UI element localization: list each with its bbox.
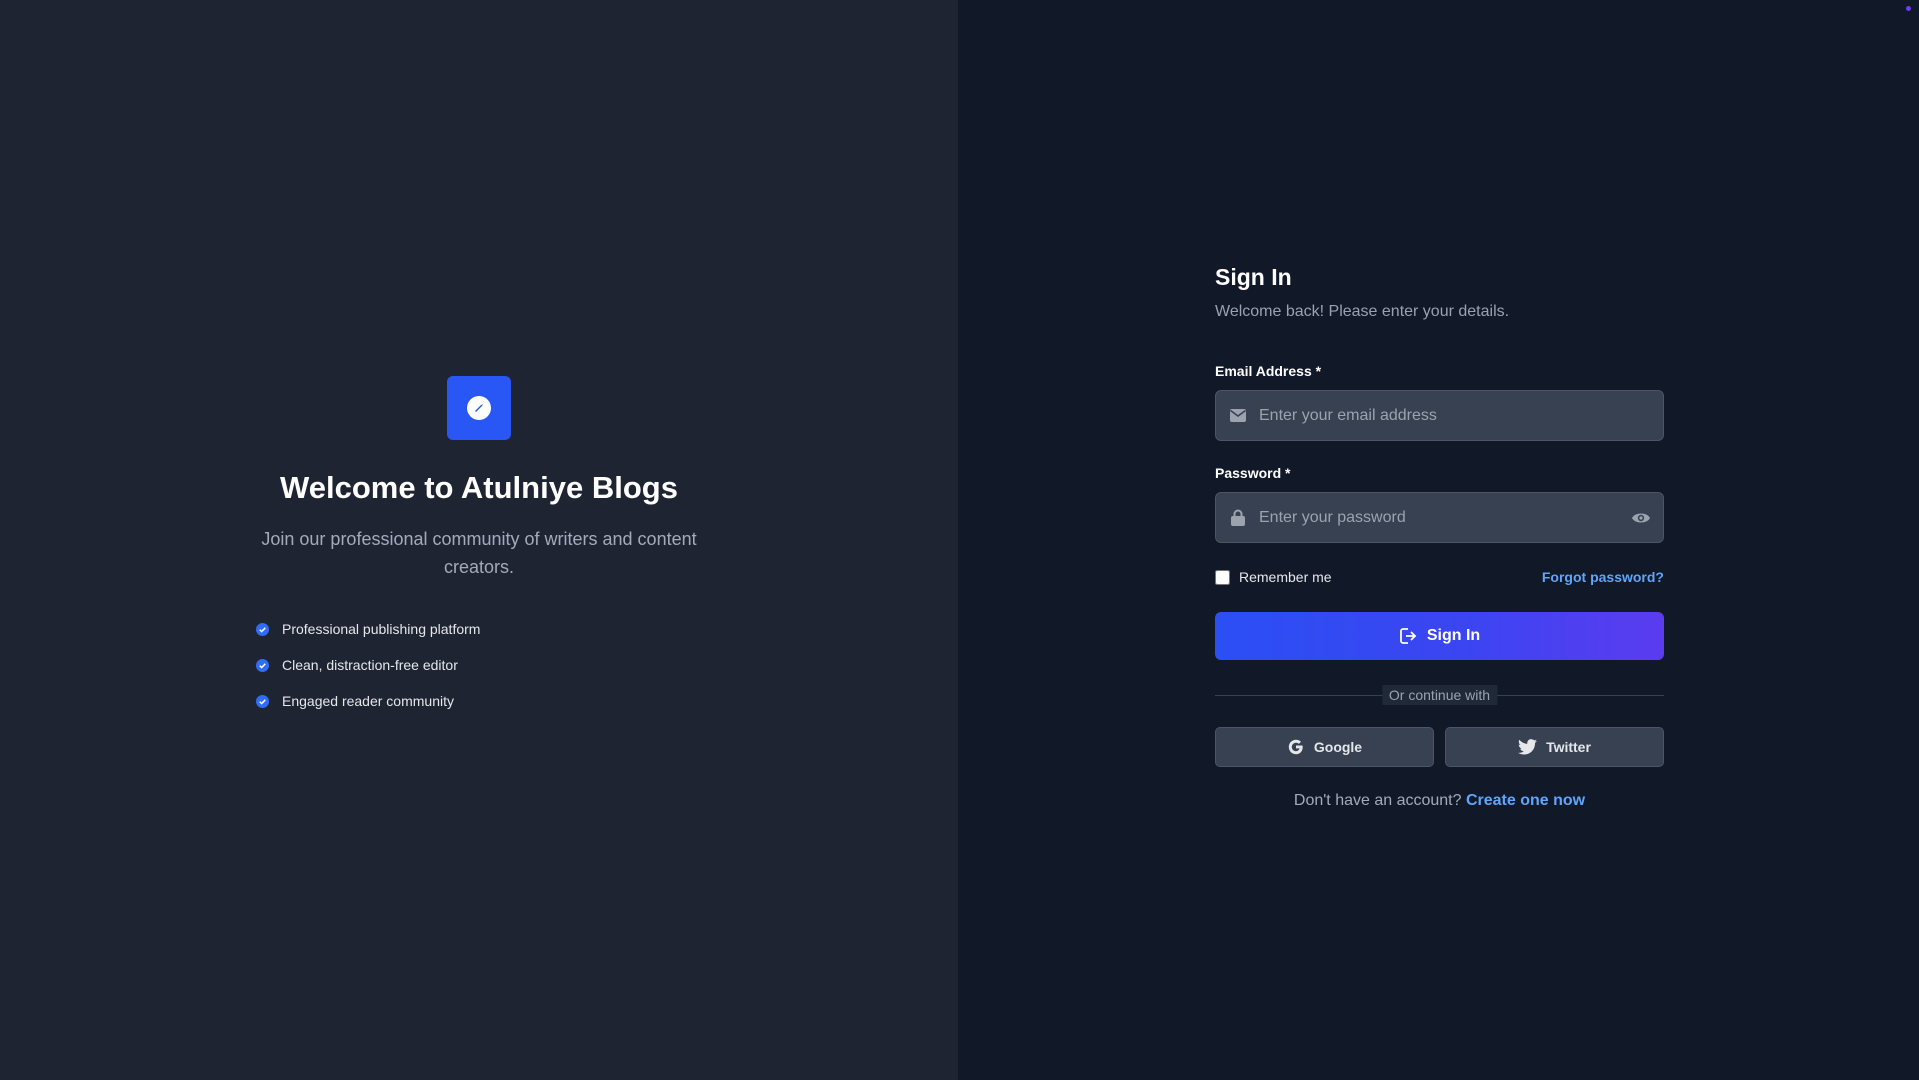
forgot-password-link[interactable]: Forgot password? (1542, 569, 1664, 585)
no-account-text: Don't have an account? (1293, 792, 1466, 809)
brand-logo (447, 376, 511, 440)
google-label: Google (1313, 739, 1363, 755)
twitter-label: Twitter (1546, 739, 1591, 755)
social-divider: Or continue with (1215, 684, 1664, 706)
tagline: Join our professional community of write… (261, 529, 697, 577)
compass-icon (467, 396, 491, 420)
lock-icon (1218, 509, 1258, 526)
signin-form: Sign In Welcome back! Please enter your … (1215, 264, 1664, 809)
remember-label: Remember me (1239, 569, 1332, 585)
signup-prompt: Don't have an account? Create one now (1215, 792, 1664, 810)
remember-me[interactable]: Remember me (1215, 569, 1332, 585)
feature-item: Professional publishing platform (256, 611, 480, 647)
feature-label: Professional publishing platform (282, 621, 481, 637)
check-circle-icon (256, 658, 269, 672)
remember-checkbox[interactable] (1215, 569, 1230, 585)
welcome-title: Welcome to Atulniye Blogs (280, 470, 678, 505)
sign-in-button[interactable]: Sign In (1215, 612, 1664, 660)
google-icon (1288, 739, 1303, 755)
show-password-toggle[interactable] (1619, 511, 1663, 525)
mail-icon (1218, 409, 1258, 422)
feature-item: Engaged reader community (256, 683, 480, 719)
social-buttons: Google Twitter (1215, 727, 1664, 767)
signin-title: Sign In (1215, 264, 1292, 290)
login-icon (1399, 628, 1417, 644)
email-label: Email Address * (1215, 363, 1322, 379)
password-field (1215, 492, 1664, 543)
divider-text: Or continue with (1381, 685, 1498, 705)
feature-item: Clean, distraction-free editor (256, 647, 480, 683)
password-label: Password * (1215, 465, 1291, 481)
brand-panel: Welcome to Atulniye Blogs Join our profe… (0, 0, 958, 1080)
signin-subtitle: Welcome back! Please enter your details. (1215, 303, 1510, 320)
sign-in-label: Sign In (1426, 627, 1481, 644)
password-input[interactable] (1258, 493, 1619, 542)
email-field (1215, 390, 1664, 441)
twitter-button[interactable]: Twitter (1445, 727, 1664, 767)
options-row: Remember me Forgot password? (1215, 569, 1664, 585)
decorative-dot (1906, 6, 1911, 11)
twitter-bird-icon (1518, 739, 1538, 755)
feature-label: Clean, distraction-free editor (282, 657, 458, 673)
google-button[interactable]: Google (1215, 727, 1434, 767)
eye-icon (1632, 513, 1650, 522)
check-circle-icon (256, 694, 269, 708)
check-circle-icon (256, 622, 269, 636)
feature-label: Engaged reader community (282, 693, 454, 709)
create-account-link[interactable]: Create one now (1466, 792, 1585, 809)
email-input[interactable] (1258, 391, 1663, 440)
feature-list: Professional publishing platform Clean, … (256, 611, 480, 719)
